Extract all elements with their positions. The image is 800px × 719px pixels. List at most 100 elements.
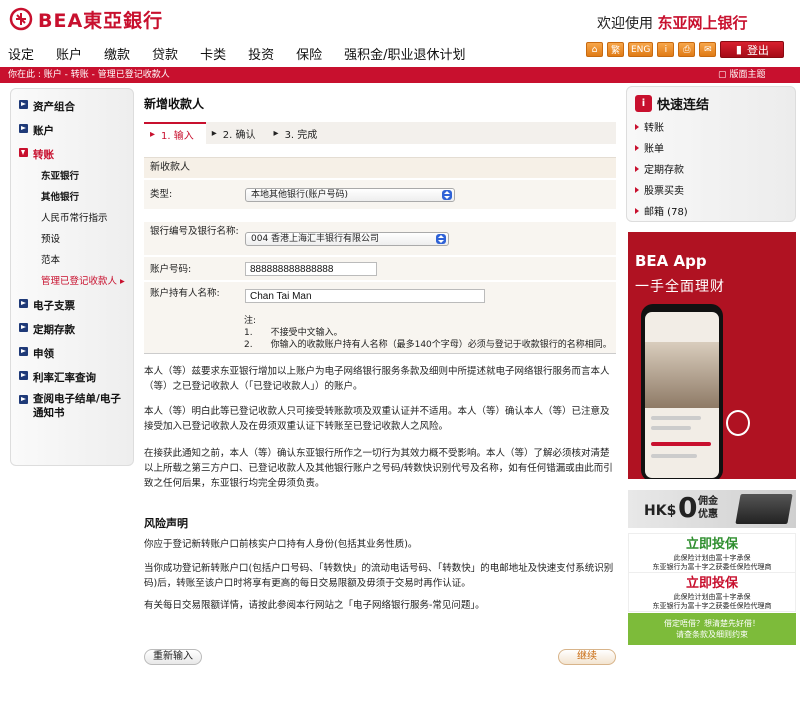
step-label: 2. 确认 xyxy=(222,129,256,141)
loan-banner[interactable]: 借定唔借？想清楚先好借！ 请查条款及细则约束 xyxy=(628,613,796,645)
print-icon[interactable]: ⎙ xyxy=(678,42,696,57)
chevron-right-icon: ▸ xyxy=(120,276,125,287)
page-title: 新增收款人 xyxy=(144,97,205,111)
insurance-banner-2[interactable]: 立即投保 此保险计划由富十字承保 东亚银行为富十字之获委任保险代理商 xyxy=(628,572,796,612)
screen-bar xyxy=(651,426,691,430)
sidebar-item-portfolio[interactable]: 资产组合 xyxy=(19,99,75,114)
type-row: 类型: 本地其他银行(账户号码) xyxy=(144,179,616,209)
declaration-paragraph-2: 本人（等）明白此等已登记收款人只可接受转账款项及双重认证并不适用。本人（等）确认… xyxy=(144,406,610,432)
arrow-icon xyxy=(19,347,28,356)
nav-insurance[interactable]: 保险 xyxy=(296,44,322,63)
quick-link-transfer[interactable]: 转账 xyxy=(635,119,664,134)
quick-link-bills[interactable]: 账单 xyxy=(635,140,664,155)
quick-link-stocks[interactable]: 股票买卖 xyxy=(635,182,684,197)
account-label: 账户号码: xyxy=(150,264,192,275)
holder-label: 账户持有人名称: xyxy=(150,288,220,299)
hk-line: 佣金 xyxy=(698,496,718,507)
commission-banner[interactable]: HK$ 0 佣金 优惠 xyxy=(628,490,796,528)
sidebar-sub-preset[interactable]: 预设 xyxy=(41,231,60,245)
sidebar-item-label: 转账 xyxy=(33,149,54,161)
mail-icon[interactable]: ✉ xyxy=(699,42,717,57)
arrow-down-icon xyxy=(19,148,28,157)
holder-name-input[interactable] xyxy=(245,289,485,303)
quick-link-mailbox[interactable]: 邮箱 (78) xyxy=(635,203,688,218)
bank-select[interactable]: 004 香港上海汇丰银行有限公司 xyxy=(245,232,449,246)
quick-links-panel: i 快速连结 转账 账单 定期存款 股票买卖 邮箱 (78) xyxy=(626,86,796,222)
faq-link[interactable]: 有关每日交易限额详情，请按此参阅本行网站之「电子网络银行服务-常见问题」。 xyxy=(144,600,485,611)
reset-button[interactable]: 重新输入 xyxy=(144,649,202,665)
risk-title: 风险声明 xyxy=(144,517,188,530)
sidebar-item-estatements[interactable]: 查阅电子结单/电子通知书 xyxy=(19,392,129,420)
bank-select-value: 004 香港上海汇丰银行有限公司 xyxy=(251,234,380,244)
insurance-banner-1[interactable]: 立即投保 此保险计划由富十字承保 东亚银行为富十字之获委任保险代理商 xyxy=(628,533,796,573)
sidebar-sub-other-banks[interactable]: 其他银行 xyxy=(41,189,79,203)
main-nav: 设定 账户 缴款 贷款 卡类 投资 保险 强积金/职业退休计划 xyxy=(8,44,488,63)
home-icon[interactable]: ⌂ xyxy=(586,42,603,57)
type-select[interactable]: 本地其他银行(账户号码) xyxy=(245,188,455,202)
risk-paragraph-1: 你应于登记新转账户口前核实户口持有人身份(包括其业务性质)。 xyxy=(144,539,418,550)
app-root: BEA東亞銀行 欢迎使用 东亚网上银行 设定 账户 缴款 贷款 卡类 投资 保险… xyxy=(0,0,800,719)
sidebar-item-rates[interactable]: 利率汇率查询 xyxy=(19,370,96,385)
sidebar-item-label: 账户 xyxy=(33,125,54,137)
step-label: 1. 输入 xyxy=(161,130,194,142)
arrow-icon xyxy=(19,299,28,308)
account-row: 账户号码: xyxy=(144,256,616,280)
sidebar-item-echeque[interactable]: 电子支票 xyxy=(19,298,75,313)
declaration-paragraph-1: 本人（等）兹要求东亚银行增加以上账户为电子网络银行服务条款及细则中所提述就电子网… xyxy=(144,366,610,392)
note-1: 1. 不接受中文输入。 xyxy=(244,327,612,339)
theme-selector[interactable]: ▢ 版面主题 xyxy=(718,67,766,83)
nav-investment[interactable]: 投资 xyxy=(248,44,274,63)
welcome-brand: 东亚网上银行 xyxy=(657,14,748,32)
phone-screen xyxy=(645,312,719,478)
bea-emblem-icon xyxy=(726,410,750,436)
screen-bar xyxy=(651,454,697,458)
sidebar-sub-bea[interactable]: 东亚银行 xyxy=(41,168,79,182)
chevron-right-icon: ▸ xyxy=(273,127,279,139)
chevron-right-icon: ▸ xyxy=(150,128,156,140)
traditional-chinese-button[interactable]: 繁 xyxy=(607,42,624,57)
nav-accounts[interactable]: 账户 xyxy=(56,44,82,63)
quick-links-label: 快速连结 xyxy=(657,98,710,113)
form-notes: 注: 1. 不接受中文输入。 2. 你输入的收款账户持有人名称（最多140个字母）必… xyxy=(244,315,612,351)
select-arrows-icon xyxy=(442,190,452,200)
sidebar-item-time-deposit[interactable]: 定期存款 xyxy=(19,322,75,337)
step-indicator: ▸ 1. 输入 ▸ 2. 确认 ▸ 3. 完成 xyxy=(144,122,616,144)
sidebar-sub-rmb[interactable]: 人民币常行指示 xyxy=(41,210,108,224)
ins-title: 立即投保 xyxy=(685,537,738,552)
arrow-icon xyxy=(19,323,28,332)
logout-button[interactable]: ▮ 登出 xyxy=(720,41,785,58)
ins-line: 东亚银行为富十字之获委任保险代理商 xyxy=(652,563,772,571)
nav-mpf[interactable]: 强积金/职业退休计划 xyxy=(344,44,465,63)
nav-loans[interactable]: 贷款 xyxy=(152,44,178,63)
continue-button[interactable]: 继续 xyxy=(558,649,616,665)
sidebar-item-transfer[interactable]: 转账 xyxy=(19,147,54,162)
risk-paragraph-3[interactable]: 有关每日交易限额详情，请按此参阅本行网站之「电子网络银行服务-常见问题」。 xyxy=(144,598,616,613)
english-button[interactable]: ENG xyxy=(628,42,654,57)
bank-logo[interactable]: BEA東亞銀行 xyxy=(8,6,163,32)
nav-settings[interactable]: 设定 xyxy=(8,44,34,63)
quick-link-deposit[interactable]: 定期存款 xyxy=(635,161,684,176)
sidebar-item-label: 申领 xyxy=(33,348,54,360)
bea-app-banner[interactable]: BEA App 一手全面理财 xyxy=(628,232,796,479)
info-icon[interactable]: i xyxy=(657,42,675,57)
sidebar-sub-label: 管理已登记收款人 xyxy=(41,276,118,287)
logo-text: BEA東亞銀行 xyxy=(38,9,164,32)
notes-title: 注: xyxy=(244,316,257,326)
bank-label: 银行编号及银行名称: xyxy=(150,226,239,237)
type-select-value: 本地其他银行(账户号码) xyxy=(251,190,349,200)
sidebar-item-accounts[interactable]: 账户 xyxy=(19,123,54,138)
hk-currency: HK$ xyxy=(644,503,677,519)
sidebar-sub-manage-payees[interactable]: 管理已登记收款人 ▸ xyxy=(41,273,125,287)
account-number-input[interactable] xyxy=(245,262,377,276)
sidebar-item-claim[interactable]: 申领 xyxy=(19,346,54,361)
step-input: ▸ 1. 输入 xyxy=(144,122,206,144)
screen-photo xyxy=(645,342,719,408)
ins-title: 立即投保 xyxy=(685,576,738,591)
nav-payments[interactable]: 缴款 xyxy=(104,44,130,63)
sidebar-item-label: 查阅电子结单/电子通知书 xyxy=(33,393,121,419)
ins-line: 此保险计划由富十字承保 xyxy=(673,554,751,562)
sidebar-sub-template[interactable]: 范本 xyxy=(41,252,60,266)
bea-logo-icon xyxy=(9,7,33,31)
new-payee-form: 新收款人 类型: 本地其他银行(账户号码) 银行编号及银行名称: 004 香港上… xyxy=(144,157,616,354)
nav-cards[interactable]: 卡类 xyxy=(200,44,226,63)
